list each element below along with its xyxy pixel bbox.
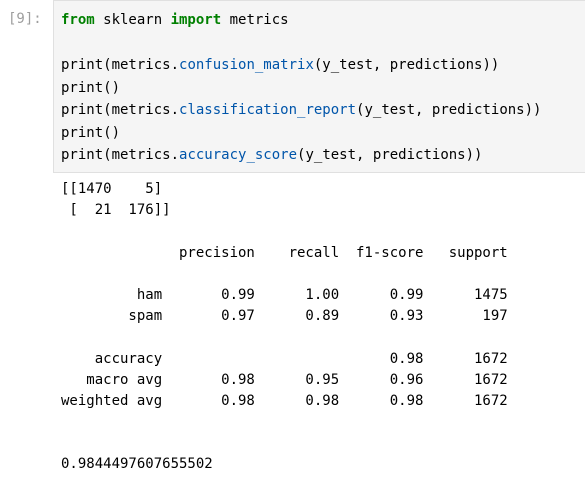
output-line: weighted avg 0.98 0.98 0.98 1672	[61, 392, 508, 409]
notebook-cell: [9]: from sklearn import metrics print(me…	[0, 0, 585, 478]
output-line: precision recall f1-score support	[61, 244, 508, 261]
code-keyword: import	[170, 12, 222, 28]
code-function-name: classification_report	[179, 102, 357, 118]
code-editor[interactable]: from sklearn import metrics print(metrics…	[61, 9, 541, 167]
code-function-name: accuracy_score	[179, 147, 298, 163]
output-line	[61, 412, 508, 433]
code-keyword: from	[61, 12, 95, 28]
output-line	[61, 264, 508, 285]
code-line: from sklearn import metrics	[61, 9, 541, 32]
code-token: print(metrics.	[61, 102, 180, 118]
output-line: spam 0.97 0.89 0.93 197	[61, 308, 508, 325]
code-token: print()	[61, 124, 121, 141]
cell-output: [[1470 5] [ 21 176]] precision recall f1…	[61, 179, 508, 476]
code-token: (y_test, predictions))	[313, 57, 500, 73]
code-token: (y_test, predictions))	[356, 102, 542, 118]
output-line: 0.9844497607655502	[61, 456, 213, 473]
output-line	[61, 221, 508, 242]
code-line: print()	[61, 122, 541, 145]
output-line: accuracy 0.98 1672	[61, 350, 508, 367]
code-line: print(metrics.accuracy_score(y_test, pre…	[61, 144, 541, 167]
code-token: print(metrics.	[61, 147, 180, 163]
code-input-area[interactable]: from sklearn import metrics print(metrics…	[53, 0, 585, 173]
output-line	[61, 433, 508, 454]
output-line: ham 0.99 1.00 0.99 1475	[61, 286, 508, 303]
code-line: print(metrics.classification_report(y_te…	[61, 99, 541, 122]
code-line: print(metrics.confusion_matrix(y_test, p…	[61, 54, 541, 77]
code-line: print()	[61, 77, 541, 100]
code-token: metrics	[221, 12, 289, 28]
code-token: (y_test, predictions))	[297, 147, 483, 163]
input-prompt: [9]:	[8, 11, 42, 27]
output-line: macro avg 0.98 0.95 0.96 1672	[61, 371, 508, 388]
code-token: print()	[61, 79, 121, 96]
code-function-name: confusion_matrix	[179, 57, 314, 73]
code-token: sklearn	[94, 12, 171, 28]
code-token: print(metrics.	[61, 57, 180, 73]
output-line: [ 21 176]]	[61, 202, 171, 219]
output-line	[61, 327, 508, 348]
output-line: [[1470 5]	[61, 181, 163, 197]
